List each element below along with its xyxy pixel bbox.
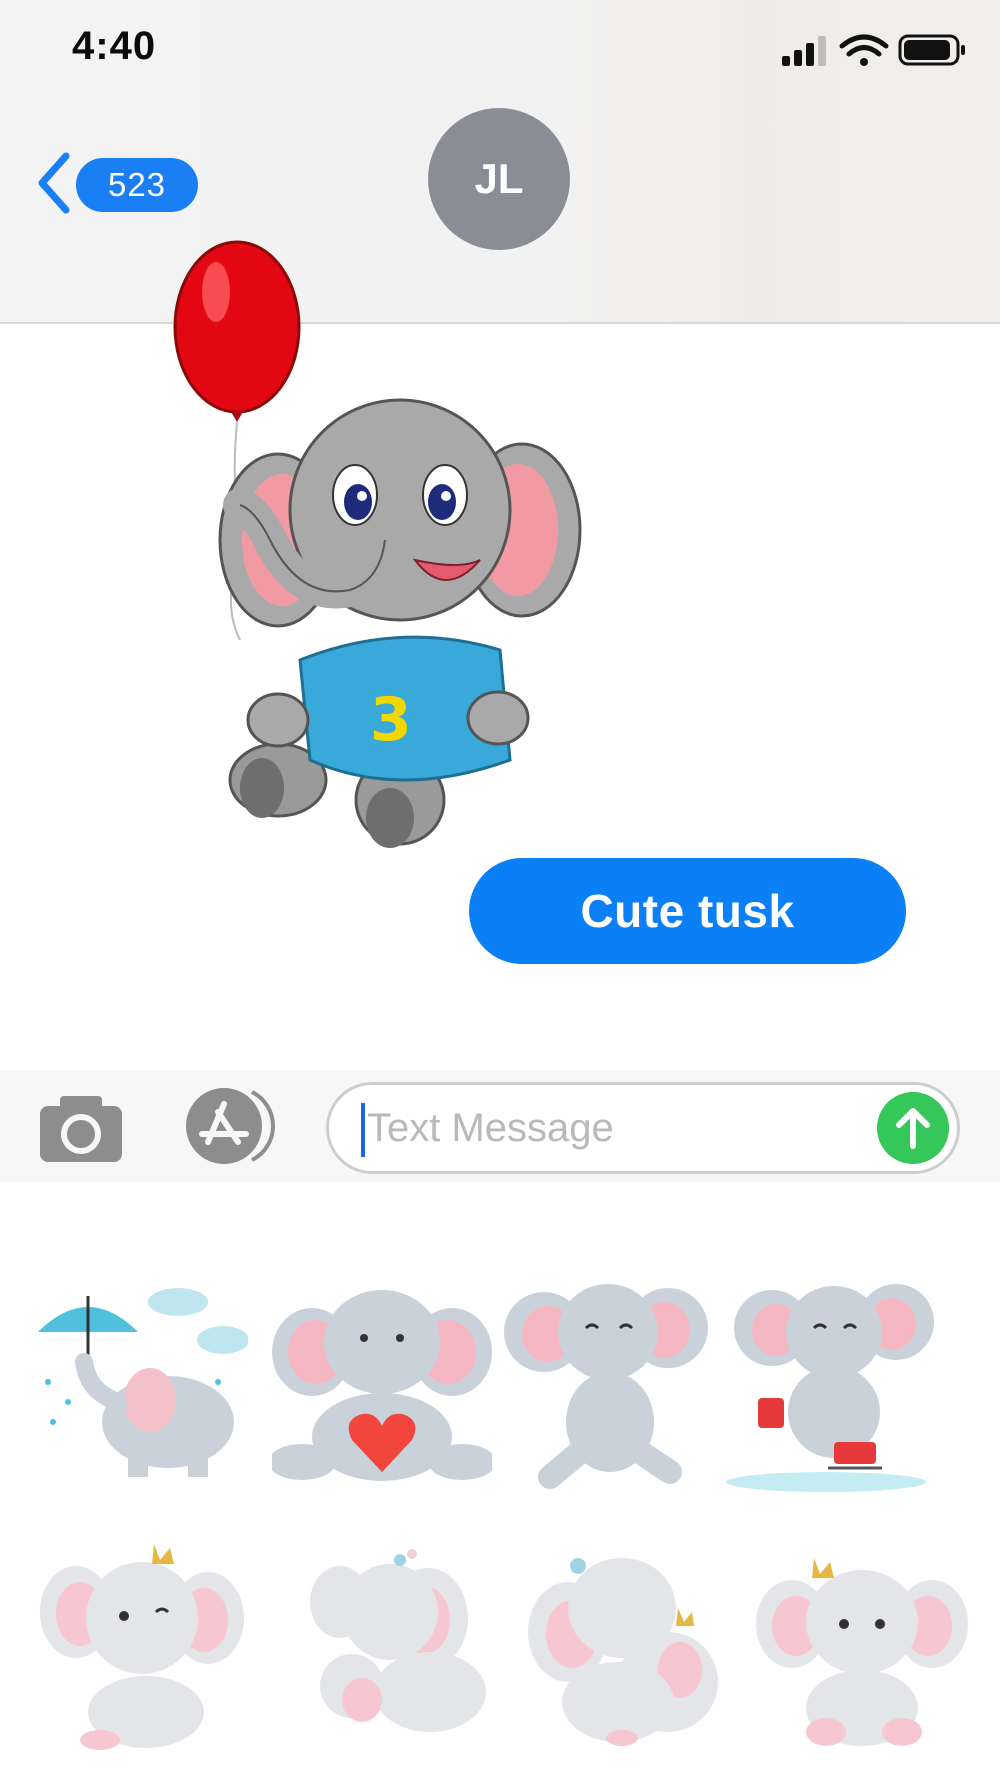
elephant-dancing-sticker[interactable] bbox=[500, 1272, 720, 1492]
message-placeholder: Text Message bbox=[367, 1106, 614, 1150]
elephant-hugging-sticker[interactable] bbox=[518, 1532, 738, 1752]
message-input[interactable]: Text Message bbox=[326, 1082, 960, 1174]
text-cursor bbox=[361, 1103, 365, 1157]
elephant-heart-sticker[interactable] bbox=[272, 1272, 492, 1492]
camera-icon[interactable] bbox=[38, 1092, 124, 1164]
elephant-crown-sitting-sticker[interactable] bbox=[752, 1532, 972, 1752]
message-bubble[interactable]: Cute tusk bbox=[469, 858, 906, 964]
svg-text:3: 3 bbox=[370, 685, 412, 755]
send-arrow-icon[interactable] bbox=[877, 1092, 949, 1164]
status-icons bbox=[782, 34, 965, 66]
compose-bar: Text Message bbox=[0, 1070, 1000, 1182]
battery-icon bbox=[898, 34, 965, 66]
elephant-umbrella-sticker[interactable] bbox=[28, 1272, 248, 1492]
chevron-left-icon bbox=[38, 152, 70, 214]
contact-avatar[interactable]: JL bbox=[428, 108, 570, 250]
elephant-crown-thinking-sticker[interactable] bbox=[36, 1532, 256, 1752]
messages-screen: 4:40 523 JL 3 Cute tusk Text Message bbox=[0, 0, 1000, 1778]
elephant-balloon-sticker[interactable]: 3 bbox=[160, 240, 620, 870]
back-button[interactable]: 523 bbox=[34, 152, 198, 214]
cellular-signal-icon bbox=[782, 36, 826, 66]
status-time: 4:40 bbox=[72, 24, 157, 68]
elephant-skating-sticker[interactable] bbox=[716, 1272, 936, 1492]
elephant-mother-baby-sticker[interactable] bbox=[280, 1532, 500, 1752]
sticker-drawer bbox=[0, 1182, 1000, 1778]
app-store-icon[interactable] bbox=[182, 1086, 282, 1166]
unread-count-badge: 523 bbox=[76, 158, 198, 212]
wifi-icon bbox=[839, 34, 889, 66]
